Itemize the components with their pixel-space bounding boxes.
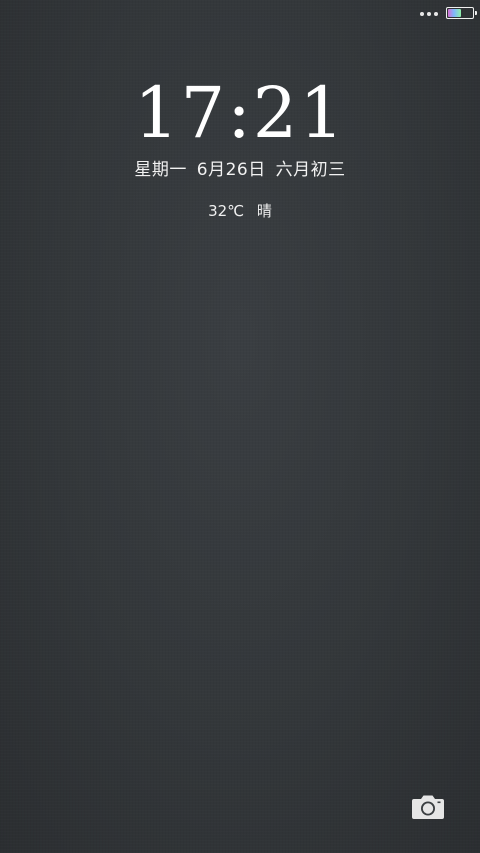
- battery-icon: [446, 7, 477, 19]
- weekday-label: 星期一: [134, 160, 187, 180]
- weather-condition-label: 晴: [256, 202, 272, 220]
- lunar-date-label: 六月初三: [275, 160, 346, 180]
- overflow-dots-icon: [420, 12, 438, 16]
- temperature-label: 32℃: [208, 202, 245, 220]
- lock-clock: 17:21: [134, 72, 346, 154]
- weather-widget[interactable]: 32℃ 晴: [0, 200, 480, 221]
- status-bar: [0, 0, 480, 28]
- lock-date: 星期一 6月26日 六月初三: [0, 155, 480, 180]
- battery-level-fill: [448, 9, 462, 17]
- date-label: 6月26日: [196, 160, 266, 180]
- camera-icon[interactable]: [411, 792, 445, 820]
